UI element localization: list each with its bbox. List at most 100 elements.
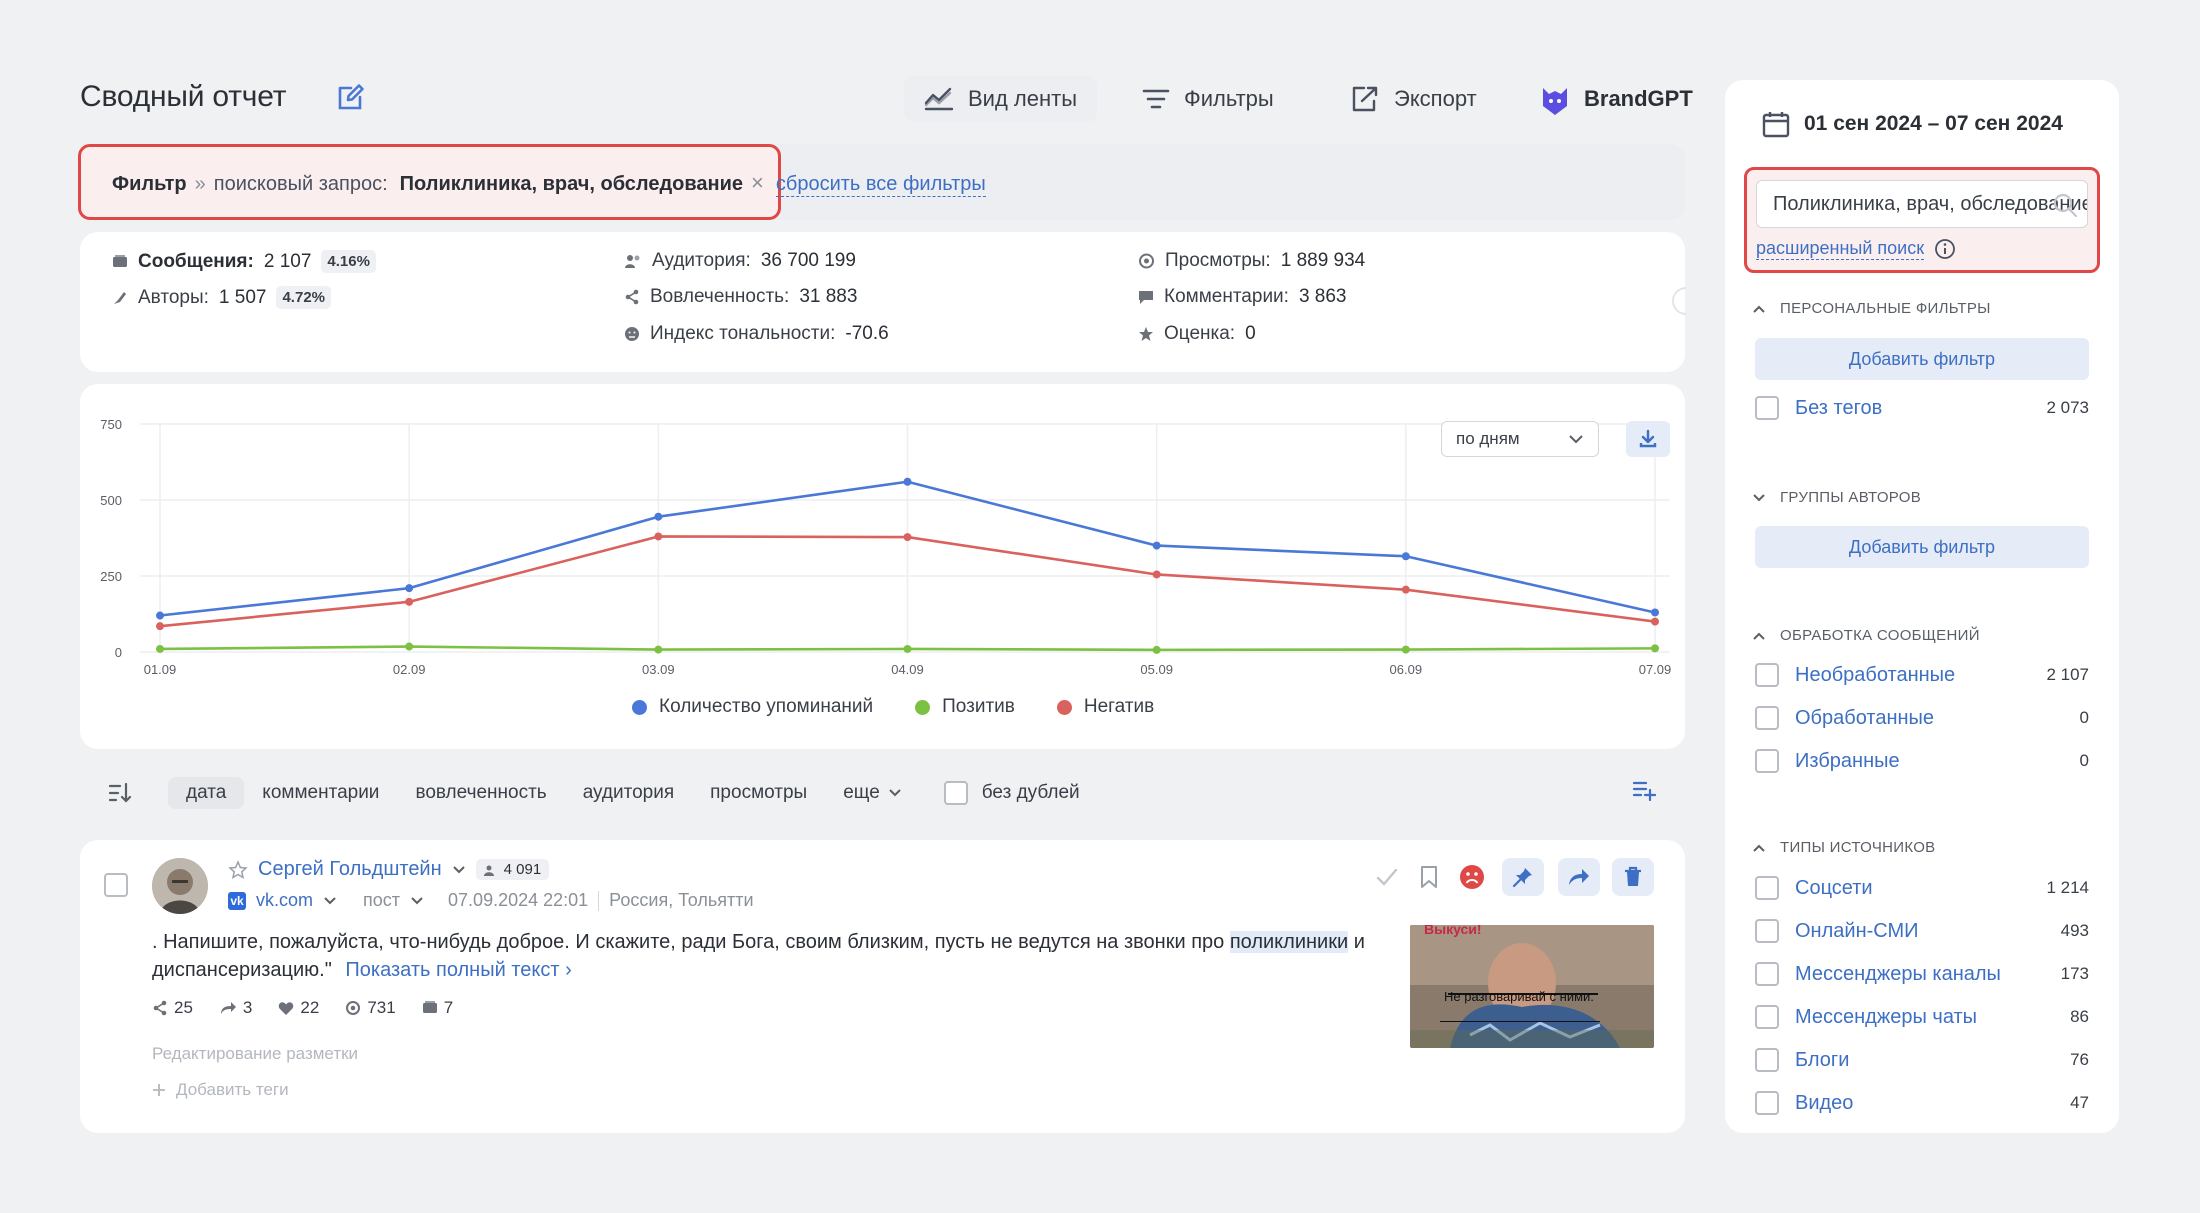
show-full-text-link[interactable]: Показать полный текст ›	[345, 959, 571, 981]
edit-markup-link[interactable]: Редактирование разметки	[152, 1044, 358, 1064]
filter-item-messenger-chats[interactable]: Мессенджеры чаты 86	[1755, 1002, 2089, 1032]
sort-by-engagement[interactable]: вовлеченность	[397, 777, 564, 809]
advanced-search-link[interactable]: расширенный поиск	[1756, 238, 1925, 260]
bookmark-button[interactable]	[1408, 858, 1450, 896]
sentiment-negative-button[interactable]	[1451, 858, 1493, 896]
section-author-groups[interactable]: ГРУППЫ АВТОРОВ	[1752, 489, 1921, 506]
filter-item-social[interactable]: Соцсети 1 214	[1755, 873, 2089, 903]
stat-engagement: Вовлеченность: 31 883	[624, 286, 857, 308]
collapse-stats-icon[interactable]	[1664, 286, 1686, 316]
mark-processed-button[interactable]	[1366, 858, 1408, 896]
filter-item-blogs[interactable]: Блоги 76	[1755, 1045, 2089, 1075]
filter-count: 493	[2060, 921, 2089, 940]
sort-by-views[interactable]: просмотры	[692, 777, 825, 809]
y-tick-label: 750	[100, 417, 122, 432]
x-tick-label: 07.09	[1639, 662, 1672, 677]
forward-button[interactable]	[1558, 858, 1600, 896]
filter-item-favorites[interactable]: Избранные 0	[1755, 746, 2089, 776]
post-image[interactable]: Выкуси! Не разговаривай с ними.	[1410, 925, 1654, 1048]
brandgpt-button[interactable]: BrandGPT	[1520, 76, 1713, 122]
legend-item[interactable]: Позитив	[915, 696, 1015, 718]
add-author-group-button[interactable]: Добавить фильтр	[1755, 526, 2089, 568]
data-point	[1152, 541, 1161, 550]
section-processing[interactable]: ОБРАБОТКА СООБЩЕНИЙ	[1752, 627, 1980, 644]
filter-checkbox[interactable]	[1755, 1091, 1779, 1115]
metric-likes: 22	[278, 998, 319, 1018]
no-duplicates-toggle[interactable]: без дублей	[926, 776, 1098, 810]
filter-item-no-tags[interactable]: Без тегов 2 073	[1755, 393, 2089, 423]
search-icon[interactable]	[2052, 192, 2078, 218]
stat-authors: Авторы: 1 507 4.72%	[112, 286, 332, 309]
post-type[interactable]: пост	[363, 890, 400, 911]
add-column-icon[interactable]	[1632, 779, 1656, 801]
post-source[interactable]: vk.com	[256, 890, 313, 911]
sad-face-icon	[1460, 865, 1484, 889]
filter-item-unprocessed[interactable]: Необработанные 2 107	[1755, 660, 2089, 690]
sort-more-label: еще	[843, 782, 880, 803]
legend-dot-negative	[1056, 699, 1072, 715]
chevron-down-icon[interactable]	[410, 896, 424, 906]
filter-checkbox[interactable]	[1755, 962, 1779, 986]
filter-item-video[interactable]: Видео 47	[1755, 1088, 2089, 1118]
x-tick-label: 01.09	[144, 662, 177, 677]
reset-filters-link[interactable]: сбросить все фильтры	[775, 173, 986, 197]
chevron-down-icon[interactable]	[323, 896, 337, 906]
filter-item-online-media[interactable]: Онлайн-СМИ 493	[1755, 916, 2089, 946]
filter-checkbox[interactable]	[1755, 749, 1779, 773]
period-select[interactable]: по дням	[1441, 421, 1599, 457]
date-range-picker[interactable]: 01 сен 2024 – 07 сен 2024	[1762, 110, 2063, 138]
filter-label: Необработанные	[1795, 663, 1956, 686]
post-metrics: 25 3 22 731 7	[152, 998, 453, 1018]
edit-icon[interactable]	[336, 82, 366, 112]
filter-item-processed[interactable]: Обработанные 0	[1755, 703, 2089, 733]
sort-order-icon[interactable]	[108, 782, 132, 804]
favorite-star-icon[interactable]	[228, 859, 248, 880]
legend-item[interactable]: Количество упоминаний	[632, 696, 873, 718]
authors-pct: 4.72%	[276, 286, 332, 309]
audience-icon	[624, 253, 642, 269]
data-point	[156, 644, 164, 653]
filter-checkbox[interactable]	[1755, 1048, 1779, 1072]
section-source-types[interactable]: ТИПЫ ИСТОЧНИКОВ	[1752, 839, 1935, 856]
heart-icon	[279, 1002, 294, 1015]
comment-icon	[1138, 289, 1154, 305]
download-chart-button[interactable]	[1626, 421, 1670, 457]
chevron-up-icon	[1753, 844, 1765, 852]
section-personal-filters[interactable]: ПЕРСОНАЛЬНЫЕ ФИЛЬТРЫ	[1752, 300, 1991, 317]
filter-checkbox[interactable]	[1755, 396, 1779, 420]
add-personal-filter-button[interactable]: Добавить фильтр	[1755, 338, 2089, 380]
post-author-name[interactable]: Сергей Гольдштейн	[258, 858, 442, 881]
section-title-label: ОБРАБОТКА СООБЩЕНИЙ	[1780, 627, 1980, 644]
sort-by-comments[interactable]: комментарии	[244, 777, 397, 809]
y-tick-label: 250	[100, 569, 122, 584]
pin-button[interactable]	[1502, 858, 1544, 896]
filter-checkbox[interactable]	[1755, 1005, 1779, 1029]
section-title-label: ТИПЫ ИСТОЧНИКОВ	[1780, 839, 1936, 856]
stat-rating: Оценка: 0	[1138, 323, 1256, 345]
views-value: 731	[367, 998, 396, 1017]
sort-by-audience[interactable]: аудитория	[565, 777, 692, 809]
filter-item-messenger-channels[interactable]: Мессенджеры каналы 173	[1755, 959, 2089, 989]
filter-checkbox[interactable]	[1755, 706, 1779, 730]
remove-filter-icon[interactable]: ×	[751, 170, 764, 196]
export-button[interactable]: Экспорт	[1330, 76, 1497, 122]
filter-checkbox[interactable]	[1755, 919, 1779, 943]
chevron-up-icon	[1753, 632, 1765, 640]
sort-by-date[interactable]: дата	[168, 777, 245, 809]
avatar[interactable]	[152, 858, 208, 914]
filter-count: 76	[2070, 1050, 2089, 1069]
filter-checkbox[interactable]	[1755, 663, 1779, 687]
add-tags-button[interactable]: Добавить теги	[152, 1080, 289, 1100]
info-icon[interactable]	[1934, 238, 1956, 260]
no-duplicates-checkbox[interactable]	[943, 781, 968, 805]
post-select-checkbox[interactable]	[104, 873, 128, 897]
filter-checkbox[interactable]	[1755, 876, 1779, 900]
messages-value: 2 107	[263, 250, 312, 272]
filters-button[interactable]: Фильтры	[1122, 76, 1294, 122]
feed-view-button[interactable]: Вид ленты	[904, 76, 1098, 122]
legend-item[interactable]: Негатив	[1056, 696, 1154, 718]
sort-more-dropdown[interactable]: еще	[825, 777, 920, 809]
chevron-down-icon[interactable]	[452, 865, 466, 875]
search-input[interactable]: Поликлиника, врач, обследование	[1756, 180, 2088, 228]
delete-button[interactable]	[1612, 858, 1654, 896]
